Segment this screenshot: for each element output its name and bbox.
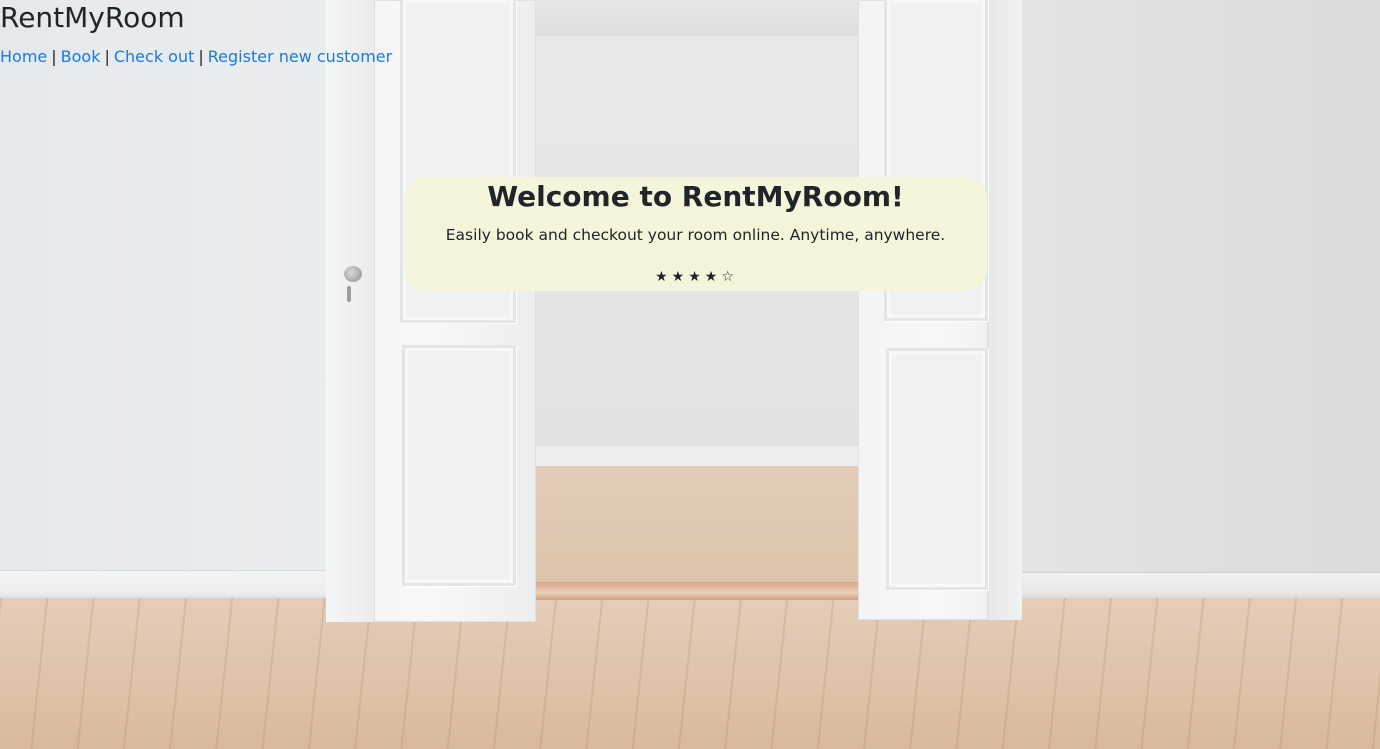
door-threshold bbox=[534, 582, 860, 600]
right-door-lower-panel bbox=[886, 348, 988, 590]
nav-link-check-out[interactable]: Check out bbox=[114, 47, 195, 66]
star-icon: ★ bbox=[688, 269, 703, 285]
corridor-baseboard bbox=[536, 446, 858, 467]
door-keyhole bbox=[347, 286, 351, 302]
star-icon: ★ bbox=[671, 269, 687, 285]
nav-link-register-new-customer[interactable]: Register new customer bbox=[208, 47, 392, 66]
wooden-floor bbox=[0, 598, 1380, 749]
skirting-board-left bbox=[0, 570, 330, 601]
left-door-lower-panel bbox=[402, 345, 516, 586]
page: RentMyRoom Home | Book | Check out | Register … bbox=[0, 0, 1380, 749]
main-nav: Home | Book | Check out | Register new custome… bbox=[0, 46, 392, 68]
right-door bbox=[858, 0, 1022, 620]
star-icon: ☆ bbox=[721, 269, 736, 285]
nav-link-home[interactable]: Home bbox=[0, 47, 47, 66]
welcome-subtitle: Easily book and checkout your room onlin… bbox=[445, 226, 946, 244]
site-title: RentMyRoom bbox=[0, 1, 185, 34]
welcome-heading: Welcome to RentMyRoom! bbox=[487, 180, 904, 213]
door-knob bbox=[344, 266, 362, 282]
nav-separator: | bbox=[198, 47, 204, 66]
left-door-jamb bbox=[326, 0, 375, 622]
left-door bbox=[326, 0, 536, 622]
star-icon: ★ bbox=[704, 269, 720, 285]
nav-separator: | bbox=[104, 47, 110, 66]
background-room-image bbox=[0, 0, 1380, 749]
skirting-board-right bbox=[1020, 572, 1380, 601]
nav-link-book[interactable]: Book bbox=[61, 47, 101, 66]
nav-separator: | bbox=[51, 47, 57, 66]
corridor-floor bbox=[536, 466, 858, 584]
corridor-lintel bbox=[536, 0, 858, 36]
star-rating: ★ ★ ★ ★ ☆ bbox=[404, 268, 987, 286]
welcome-card: Welcome to RentMyRoom! Easily book and c… bbox=[404, 177, 987, 291]
star-icon: ★ bbox=[655, 269, 670, 285]
right-door-jamb bbox=[987, 0, 1022, 620]
